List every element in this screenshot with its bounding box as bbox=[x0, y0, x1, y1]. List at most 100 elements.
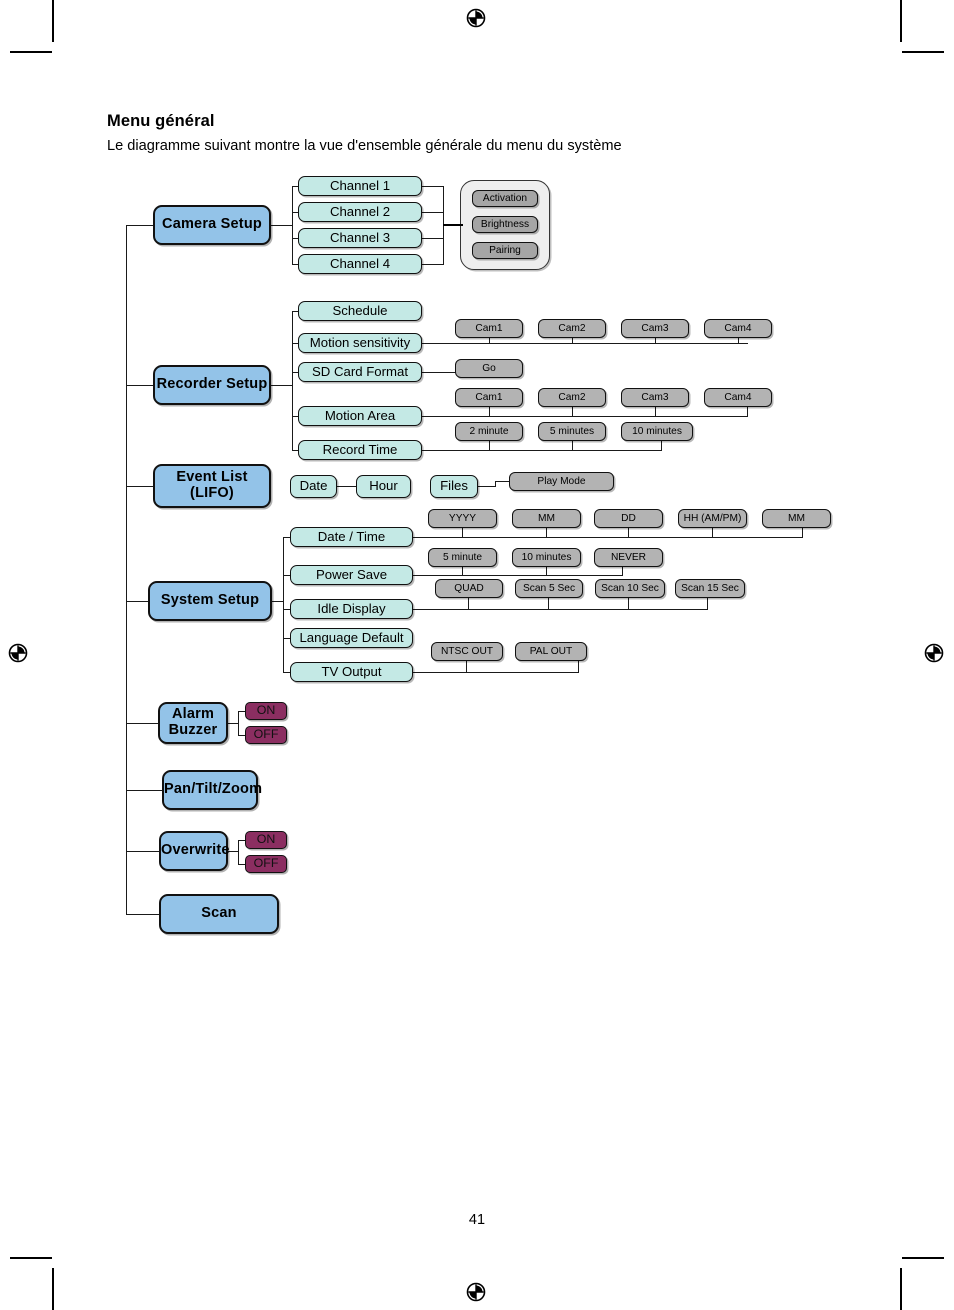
node-ps-never-label: NEVER bbox=[610, 551, 647, 563]
node-ms-cam3-label: Cam3 bbox=[641, 322, 669, 334]
node-tv-ntsc[interactable]: NTSC OUT bbox=[431, 642, 503, 661]
node-alarm-on[interactable]: ON bbox=[245, 702, 287, 720]
node-play-mode-label: Play Mode bbox=[537, 475, 586, 487]
node-scan[interactable]: Scan bbox=[159, 894, 279, 934]
node-alarm-buzzer[interactable]: Alarm Buzzer bbox=[158, 702, 228, 744]
tv-output-bus bbox=[413, 672, 579, 674]
connector-channel-2-out bbox=[422, 212, 444, 214]
node-power-save[interactable]: Power Save bbox=[290, 565, 413, 585]
node-record-time[interactable]: Record Time bbox=[298, 440, 422, 460]
root-spine bbox=[126, 225, 128, 915]
node-event-date[interactable]: Date bbox=[290, 475, 337, 498]
node-channel-4[interactable]: Channel 4 bbox=[298, 254, 422, 274]
node-dt-dd[interactable]: DD bbox=[594, 509, 663, 528]
node-tv-pal[interactable]: PAL OUT bbox=[515, 642, 587, 661]
page-number: 41 bbox=[468, 1212, 486, 1228]
node-ma-cam1[interactable]: Cam1 bbox=[455, 388, 523, 407]
node-id-scan15-label: Scan 15 Sec bbox=[681, 582, 739, 594]
node-ms-cam1[interactable]: Cam1 bbox=[455, 319, 523, 338]
connector-ma-cam1 bbox=[489, 407, 491, 417]
node-ms-cam3[interactable]: Cam3 bbox=[621, 319, 689, 338]
overwrite-toggle-bus bbox=[238, 840, 240, 864]
node-ma-cam3[interactable]: Cam3 bbox=[621, 388, 689, 407]
node-recorder-setup[interactable]: Recorder Setup bbox=[153, 365, 271, 405]
node-sd-go[interactable]: Go bbox=[455, 359, 523, 378]
camera-channel-bus bbox=[292, 186, 294, 265]
node-tv-ntsc-label: NTSC OUT bbox=[440, 645, 494, 657]
node-id-scan10[interactable]: Scan 10 Sec bbox=[595, 579, 665, 598]
menu-tree-diagram: Camera Setup Channel 1 Channel 2 Channel… bbox=[0, 0, 954, 1310]
node-id-scan15[interactable]: Scan 15 Sec bbox=[675, 579, 745, 598]
node-ms-cam4[interactable]: Cam4 bbox=[704, 319, 772, 338]
node-overwrite-label: Overwrite bbox=[161, 842, 230, 859]
node-event-list-label-line1: Event List bbox=[176, 469, 248, 486]
node-dt-mm-label: MM bbox=[538, 512, 555, 524]
node-motion-sensitivity[interactable]: Motion sensitivity bbox=[298, 333, 422, 353]
node-overwrite[interactable]: Overwrite bbox=[159, 831, 230, 871]
node-overwrite-on[interactable]: ON bbox=[245, 831, 287, 849]
node-idle-display[interactable]: Idle Display bbox=[290, 599, 413, 619]
node-rt-10min[interactable]: 10 minutes bbox=[621, 422, 693, 441]
node-brightness-label: Brightness bbox=[480, 218, 530, 230]
connector-root-camera-setup bbox=[126, 225, 153, 227]
connector-channel-4-out bbox=[422, 264, 444, 266]
node-motion-area[interactable]: Motion Area bbox=[298, 406, 422, 426]
node-dt-mm2[interactable]: MM bbox=[762, 509, 831, 528]
node-id-scan5[interactable]: Scan 5 Sec bbox=[515, 579, 583, 598]
node-event-files[interactable]: Files bbox=[430, 475, 478, 498]
node-ma-cam4-label: Cam4 bbox=[724, 391, 752, 403]
node-rt-2min-label: 2 minute bbox=[469, 425, 509, 437]
node-pan-tilt-zoom[interactable]: Pan/Tilt/Zoom bbox=[162, 770, 262, 810]
node-channel-3-label: Channel 3 bbox=[329, 229, 391, 245]
node-scan-label: Scan bbox=[201, 905, 237, 922]
node-brightness[interactable]: Brightness bbox=[472, 216, 538, 233]
node-alarm-off-label: OFF bbox=[253, 727, 279, 742]
node-event-hour-label: Hour bbox=[369, 478, 398, 494]
node-id-quad[interactable]: QUAD bbox=[435, 579, 503, 598]
node-date-time-label: Date / Time bbox=[317, 528, 386, 544]
node-sd-card-format[interactable]: SD Card Format bbox=[298, 362, 422, 382]
node-channel-2[interactable]: Channel 2 bbox=[298, 202, 422, 222]
node-ms-cam2-label: Cam2 bbox=[558, 322, 586, 334]
node-rt-5min[interactable]: 5 minutes bbox=[538, 422, 606, 441]
node-play-mode[interactable]: Play Mode bbox=[509, 472, 614, 491]
node-ma-cam1-label: Cam1 bbox=[475, 391, 503, 403]
node-channel-1[interactable]: Channel 1 bbox=[298, 176, 422, 196]
node-ps-10min[interactable]: 10 minutes bbox=[512, 548, 581, 567]
node-system-setup-label: System Setup bbox=[160, 592, 260, 609]
connector-id-scan5 bbox=[548, 598, 550, 610]
node-channel-3[interactable]: Channel 3 bbox=[298, 228, 422, 248]
node-activation[interactable]: Activation bbox=[472, 190, 538, 207]
node-overwrite-off[interactable]: OFF bbox=[245, 855, 287, 873]
node-schedule-label: Schedule bbox=[332, 302, 388, 318]
node-dt-hh[interactable]: HH (AM/PM) bbox=[678, 509, 747, 528]
node-ma-cam2[interactable]: Cam2 bbox=[538, 388, 606, 407]
node-event-list[interactable]: Event List (LIFO) bbox=[153, 464, 271, 508]
node-camera-setup[interactable]: Camera Setup bbox=[153, 205, 271, 245]
node-tv-output[interactable]: TV Output bbox=[290, 662, 413, 682]
node-pairing[interactable]: Pairing bbox=[472, 242, 538, 259]
node-ps-never[interactable]: NEVER bbox=[594, 548, 663, 567]
connector-ma-cam4 bbox=[747, 407, 749, 417]
connector-root-pan-tilt-zoom bbox=[126, 790, 162, 792]
node-alarm-off[interactable]: OFF bbox=[245, 726, 287, 744]
node-ps-5min[interactable]: 5 minute bbox=[428, 548, 497, 567]
node-rt-2min[interactable]: 2 minute bbox=[455, 422, 523, 441]
connector-root-scan bbox=[126, 914, 159, 916]
node-dt-yyyy[interactable]: YYYY bbox=[428, 509, 497, 528]
node-dt-mm[interactable]: MM bbox=[512, 509, 581, 528]
node-ps-5min-label: 5 minute bbox=[442, 551, 483, 563]
node-ms-cam2[interactable]: Cam2 bbox=[538, 319, 606, 338]
node-language-default[interactable]: Language Default bbox=[290, 628, 413, 648]
node-system-setup[interactable]: System Setup bbox=[148, 581, 272, 621]
node-alarm-buzzer-label-line2: Buzzer bbox=[168, 722, 218, 738]
connector-files-playmode bbox=[495, 481, 510, 483]
node-ma-cam4[interactable]: Cam4 bbox=[704, 388, 772, 407]
node-date-time[interactable]: Date / Time bbox=[290, 527, 413, 547]
system-bus bbox=[283, 537, 285, 673]
connector-tv-pal bbox=[578, 661, 580, 673]
node-schedule[interactable]: Schedule bbox=[298, 301, 422, 321]
connector-ma-cam2 bbox=[572, 407, 574, 417]
node-alarm-on-label: ON bbox=[256, 703, 276, 718]
node-event-hour[interactable]: Hour bbox=[356, 475, 411, 498]
